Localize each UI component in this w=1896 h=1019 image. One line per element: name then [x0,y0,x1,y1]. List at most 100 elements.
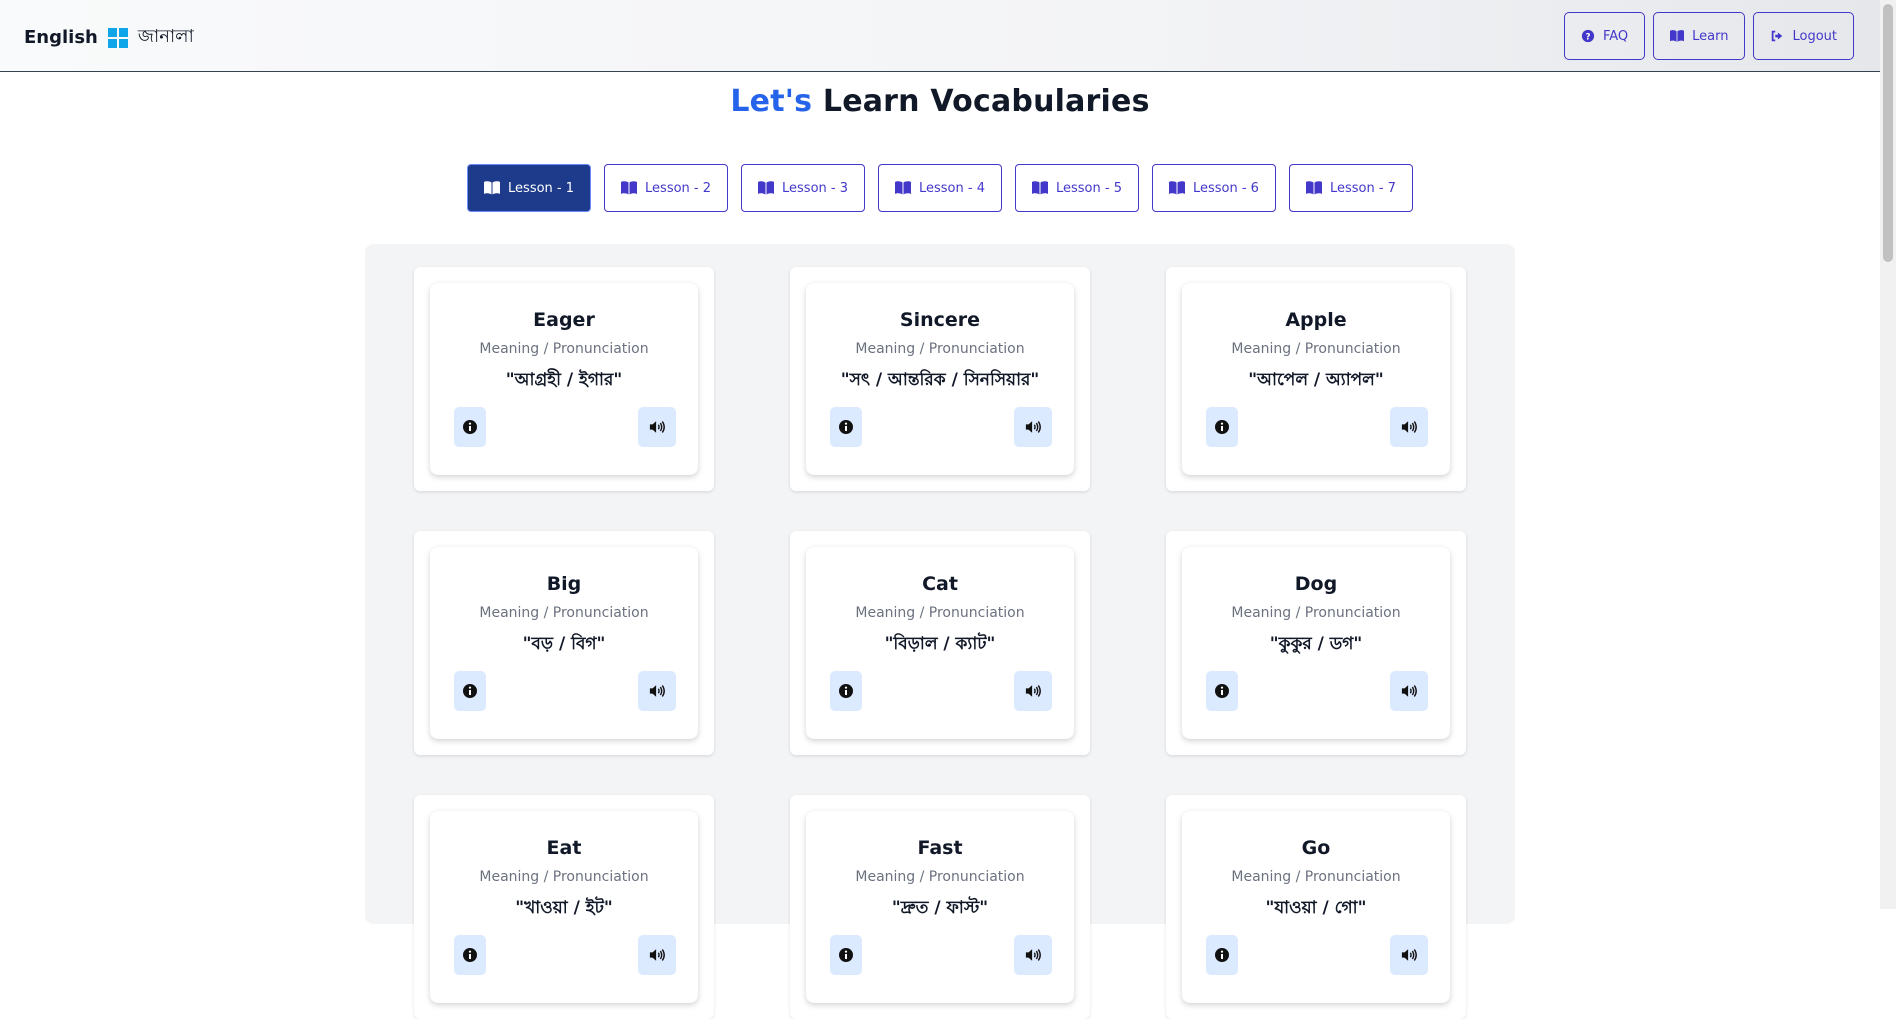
book-open-icon [621,181,638,195]
pronounce-button[interactable] [638,935,676,975]
lesson-tab-6[interactable]: Lesson - 6 [1151,164,1276,212]
lesson-tab-3[interactable]: Lesson - 3 [741,164,865,212]
pronounce-button[interactable] [1014,671,1052,711]
svg-text:?: ? [1585,33,1590,43]
book-open-icon [1031,181,1048,195]
info-icon [463,948,477,962]
pronounce-button[interactable] [1390,935,1428,975]
pronounce-button[interactable] [1390,407,1428,447]
lesson-tab-2[interactable]: Lesson - 2 [604,164,729,212]
vocab-word: Eat [546,837,582,859]
book-open-icon [1168,181,1185,195]
page-title: Let's Learn Vocabularies [0,84,1880,119]
pronounce-button[interactable] [638,671,676,711]
vocab-card-body: Cat Meaning / Pronunciation "বিড়াল / ক্যা… [806,547,1074,739]
book-open-icon [758,181,775,195]
brand-language: English [24,27,98,48]
vocab-card: Eager Meaning / Pronunciation "আগ্রহী / ইগ… [414,267,714,491]
vocab-meaning: "বিড়াল / ক্যাট" [884,634,996,654]
vocab-card: Sincere Meaning / Pronunciation "সৎ / আন্ত… [790,267,1090,491]
vocab-card-body: Dog Meaning / Pronunciation "কুকুর / ডগ" [1182,547,1450,739]
lesson-tab-label: Lesson - 5 [1055,180,1122,196]
info-button[interactable] [830,935,862,975]
page-title-accent: Let's [730,84,813,119]
speaker-icon [649,421,665,433]
lesson-tab-5[interactable]: Lesson - 5 [1014,164,1139,212]
vocab-card: Dog Meaning / Pronunciation "কুকুর / ডগ" [1166,531,1466,755]
info-icon [463,684,477,698]
vocab-card: Cat Meaning / Pronunciation "বিড়াল / ক্যা… [790,531,1090,755]
lesson-tabs: Lesson - 1 Lesson - 2 Lesson - 3 Lesson - 4… [0,164,1880,212]
window-logo-icon [107,27,128,48]
vocab-card-body: Sincere Meaning / Pronunciation "সৎ / আন্ত… [806,283,1074,475]
pronounce-button[interactable] [638,407,676,447]
vocab-subtitle: Meaning / Pronunciation [479,605,649,621]
speaker-icon [1025,685,1041,697]
scrollbar[interactable] [1880,0,1896,909]
vocab-card-body: Big Meaning / Pronunciation "বড় / বিগ" [430,547,698,739]
vocab-card: Apple Meaning / Pronunciation "আপেল / অ্যা… [1166,267,1466,491]
book-open-icon [1670,30,1685,42]
vocab-subtitle: Meaning / Pronunciation [479,869,649,885]
pronounce-button[interactable] [1390,671,1428,711]
vocab-word: Go [1301,837,1331,859]
brand[interactable]: English জানালা [24,22,194,53]
logout-label: Logout [1792,28,1837,44]
scrollbar-thumb[interactable] [1883,4,1893,262]
lesson-tab-7[interactable]: Lesson - 7 [1288,164,1413,212]
speaker-icon [1401,685,1417,697]
info-icon [1215,420,1229,434]
info-icon [1215,684,1229,698]
lesson-tab-1[interactable]: Lesson - 1 [467,164,592,212]
info-icon [839,948,853,962]
vocab-word: Apple [1285,309,1347,331]
info-button[interactable] [454,671,486,711]
navbar: English জানালা ? FAQ Learn Logout [0,0,1880,72]
vocab-meaning: "কুকুর / ডগ" [1269,634,1363,654]
vocab-meaning: "বড় / বিগ" [522,634,606,654]
lesson-tab-label: Lesson - 2 [645,180,712,196]
logout-button[interactable]: Logout [1753,12,1854,60]
info-button[interactable] [830,671,862,711]
vocab-word: Dog [1294,573,1338,595]
info-icon [463,420,477,434]
vocab-word: Cat [922,573,958,595]
vocab-subtitle: Meaning / Pronunciation [855,605,1025,621]
info-button[interactable] [1206,671,1238,711]
info-button[interactable] [830,407,862,447]
book-open-icon [1305,181,1322,195]
learn-button[interactable]: Learn [1653,12,1746,60]
vocab-card-body: Eat Meaning / Pronunciation "খাওয়া / ইট" [430,811,698,1003]
vocab-word: Big [546,573,582,595]
lesson-tab-label: Lesson - 6 [1192,180,1259,196]
vocab-card: Go Meaning / Pronunciation "যাওয়া / গো" [1166,795,1466,1019]
vocab-word: Fast [917,837,963,859]
vocab-card: Fast Meaning / Pronunciation "দ্রুত / ফাস্… [790,795,1090,1019]
pronounce-button[interactable] [1014,407,1052,447]
lesson-tab-label: Lesson - 4 [919,180,985,196]
speaker-icon [1401,949,1417,961]
info-button[interactable] [454,935,486,975]
vocab-word: Eager [533,309,595,331]
pronounce-button[interactable] [1014,935,1052,975]
info-button[interactable] [1206,935,1238,975]
info-icon [839,684,853,698]
speaker-icon [1401,421,1417,433]
vocab-card-body: Go Meaning / Pronunciation "যাওয়া / গো" [1182,811,1450,1003]
faq-button[interactable]: ? FAQ [1563,12,1646,60]
book-open-icon [484,181,501,195]
info-button[interactable] [1206,407,1238,447]
faq-label: FAQ [1602,28,1629,44]
vocab-meaning: "দ্রুত / ফাস্ট" [891,898,989,918]
vocab-meaning: "আপেল / অ্যাপল" [1248,370,1384,390]
lesson-tab-label: Lesson - 3 [782,180,848,196]
speaker-icon [649,949,665,961]
vocab-card-body: Fast Meaning / Pronunciation "দ্রুত / ফাস্… [806,811,1074,1003]
lesson-tab-4[interactable]: Lesson - 4 [878,164,1002,212]
vocab-subtitle: Meaning / Pronunciation [1231,605,1401,621]
lesson-tab-label: Lesson - 1 [508,180,575,196]
info-button[interactable] [454,407,486,447]
vocabulary-grid: Eager Meaning / Pronunciation "আগ্রহী / ইগ… [365,244,1515,1019]
speaker-icon [1025,421,1041,433]
brand-name: জানালা [137,26,194,47]
